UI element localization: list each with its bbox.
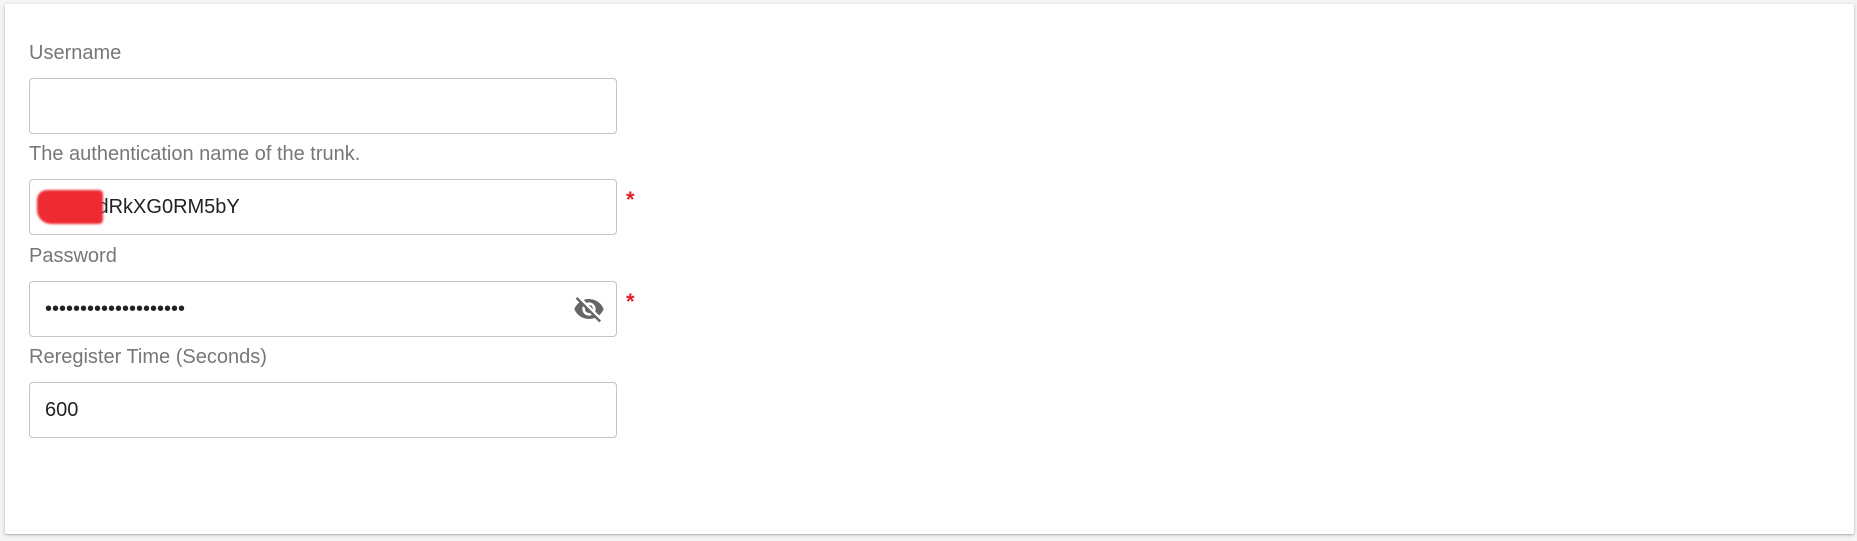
form-card: Username The authentication name of the …: [5, 4, 1854, 534]
password-input[interactable]: [29, 281, 617, 337]
auth-name-input[interactable]: [29, 179, 617, 235]
required-asterisk: *: [626, 187, 635, 212]
reregister-label: Reregister Time (Seconds): [29, 346, 267, 368]
username-input[interactable]: [29, 78, 617, 134]
reregister-field: Reregister Time (Seconds): [29, 345, 617, 438]
username-input-wrap: [29, 78, 617, 134]
toggle-password-visibility-button[interactable]: [573, 293, 605, 325]
eye-off-icon: [574, 297, 604, 323]
auth-name-label: The authentication name of the trunk.: [29, 143, 361, 165]
password-input-wrap: *: [29, 281, 635, 337]
reregister-input-wrap: [29, 382, 617, 438]
reregister-input[interactable]: [29, 382, 617, 438]
password-label: Password: [29, 245, 117, 267]
auth-name-field: The authentication name of the trunk. *: [29, 142, 635, 235]
auth-name-input-wrap: *: [29, 179, 635, 235]
password-field: Password *: [29, 244, 635, 337]
username-field: Username: [29, 41, 617, 134]
username-label: Username: [29, 42, 122, 64]
required-asterisk: *: [626, 289, 635, 314]
